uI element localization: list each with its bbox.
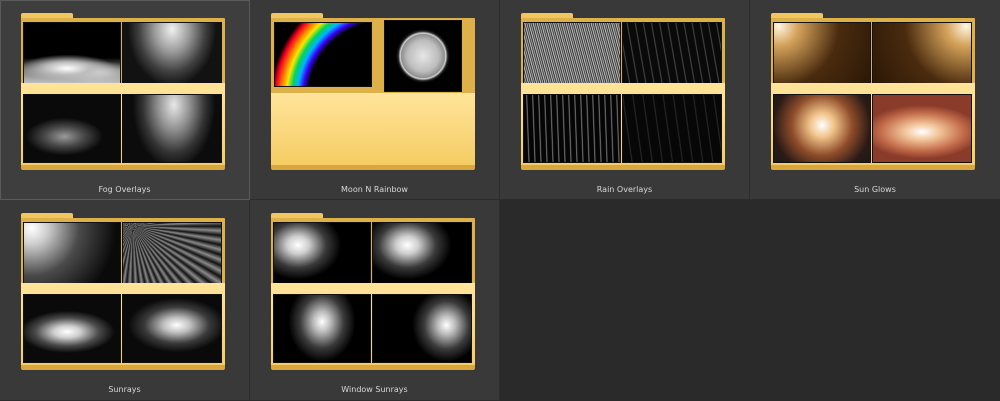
folder-label: Window Sunrays [341,385,408,394]
folder-tile-window-sunrays[interactable]: Window Sunrays [250,200,500,401]
thumbnail-sunray-corner [24,223,120,286]
thumbnail-rain-dense [524,23,620,86]
thumbnail-window-ray-2 [373,223,471,286]
folder-tile-fog-overlays[interactable]: Fog Overlays [0,0,250,200]
folder-icon [21,13,225,170]
folder-icon [21,213,225,370]
folder-lip [21,165,225,170]
folder-lip [21,365,225,370]
thumbnail-fog-clouds [24,23,120,86]
folder-front [271,93,475,167]
folder-grid: Fog Overlays Moon N Rainbow Rain Overlay… [0,0,1000,401]
folder-label: Rain Overlays [596,185,653,194]
thumbnail-sunray-streaks [123,223,221,286]
thumbnail-fog-light-beam [123,23,221,86]
folder-tile-rain-overlays[interactable]: Rain Overlays [500,0,750,200]
folder-label: Fog Overlays [98,185,151,194]
thumbnail-rainbow [275,23,371,86]
folder-icon [521,13,725,170]
folder-tile-sun-glows[interactable]: Sun Glows [750,0,1000,200]
thumbnail-sun-horizon [873,95,971,162]
folder-lip [271,365,475,370]
thumbnail-sunray-center [123,295,221,362]
thumbnail-rain-dark [623,95,721,162]
thumbnail-sunray-burst [24,295,120,362]
folder-lip [771,165,975,170]
thumbnail-sun-glow-right [873,23,971,86]
thumbnail-fog-smoke [24,95,120,162]
thumbnail-sun-burst [774,95,870,162]
folder-tile-sunrays[interactable]: Sunrays [0,200,250,401]
folder-label: Moon N Rainbow [341,185,408,194]
thumbnail-window-ray-4 [373,295,471,362]
folder-lip [271,165,475,170]
folder-icon [771,13,975,170]
folder-lip [521,165,725,170]
thumbnail-sun-glow-left [774,23,870,86]
folder-icon [271,213,475,370]
thumbnail-fog-light-beam-2 [123,95,221,162]
thumbnail-window-ray-3 [274,295,370,362]
thumbnail-rain-streaks [524,95,620,162]
thumbnail-window-ray-1 [274,223,370,286]
folder-tile-moon-n-rainbow[interactable]: Moon N Rainbow [250,0,500,200]
folder-label: Sun Glows [854,185,896,194]
thumbnail-full-moon [385,21,461,91]
folder-icon [271,13,475,170]
thumbnail-rain-sparse [623,23,721,86]
folder-label: Sunrays [108,385,141,394]
